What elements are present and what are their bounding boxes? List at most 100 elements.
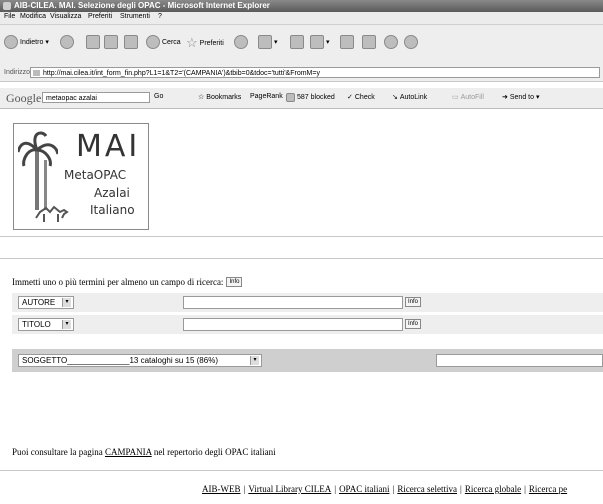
chevron-down-icon: ▾ xyxy=(62,298,71,307)
print-button[interactable] xyxy=(290,35,304,49)
google-search-input[interactable]: metaopac azalai xyxy=(42,92,150,103)
extra-button[interactable] xyxy=(404,35,418,49)
chevron-down-icon: ▾ xyxy=(62,320,71,329)
logo-italiano: Italiano xyxy=(90,203,135,217)
field-selector-2-value: TITOLO xyxy=(22,320,51,329)
history-button[interactable] xyxy=(234,35,248,49)
star-icon: ☆ xyxy=(198,94,205,101)
info-button-general[interactable]: Info xyxy=(226,277,243,287)
logo-mai: MAI xyxy=(76,129,141,164)
page-content: MAI MetaOPAC Azalai Italiano Immetti uno… xyxy=(0,110,603,504)
url-input[interactable]: http://mai.cilea.it/int_form_fin.php?L1=… xyxy=(30,67,600,78)
soggetto-selector[interactable]: SOGGETTO______________13 cataloghi su 15… xyxy=(18,354,262,367)
menu-help[interactable]: ? xyxy=(158,13,162,20)
field-selector-1[interactable]: AUTORE ▾ xyxy=(18,296,74,309)
search-row-2: TITOLO ▾ Info xyxy=(12,315,603,334)
sendto-icon: ➜ xyxy=(502,94,508,101)
search-input-1[interactable] xyxy=(183,296,403,309)
logo-azalai: Azalai xyxy=(94,186,130,200)
research-button[interactable] xyxy=(362,35,376,49)
soggetto-selector-value: SOGGETTO______________13 cataloghi su 15… xyxy=(22,356,218,365)
spellcheck-button[interactable]: ✓ Check xyxy=(347,93,375,102)
field-selector-1-value: AUTORE xyxy=(22,298,56,307)
messenger-button[interactable] xyxy=(384,35,398,49)
sendto-button[interactable]: ➜ Send to ▾ xyxy=(502,93,540,102)
footer-link-opac-italiani[interactable]: OPAC italiani xyxy=(339,484,389,494)
favorites-button[interactable]: ☆ Preferiti xyxy=(186,35,224,51)
discuss-icon xyxy=(340,35,354,49)
forward-arrow-icon xyxy=(60,35,74,49)
divider-1 xyxy=(0,236,603,237)
stop-button[interactable] xyxy=(86,35,100,49)
search-button[interactable]: Cerca xyxy=(146,35,181,49)
pagerank-label: PageRank xyxy=(250,93,283,100)
edit-dropdown-icon: ▾ xyxy=(326,39,330,46)
search-prompt-text: Immetti uno o più termini per almeno un … xyxy=(12,277,224,287)
messenger-icon xyxy=(384,35,398,49)
autofill-button[interactable]: ▭ AutoFill xyxy=(452,93,484,102)
field-selector-2[interactable]: TITOLO ▾ xyxy=(18,318,74,331)
autofill-label: AutoFill xyxy=(460,93,484,101)
search-icon xyxy=(146,35,160,49)
discuss-button[interactable] xyxy=(340,35,354,49)
ie-icon xyxy=(3,2,11,10)
google-logo[interactable]: Google xyxy=(6,91,41,106)
info-button-1[interactable]: Info xyxy=(405,297,422,307)
star-icon: ☆ xyxy=(186,35,198,50)
campania-note: Puoi consultare la pagina CAMPANIA nel r… xyxy=(12,447,276,457)
autolink-button[interactable]: ↘ AutoLink xyxy=(392,93,428,102)
campania-link[interactable]: CAMPANIA xyxy=(105,447,152,457)
edit-button[interactable]: ▾ xyxy=(310,35,330,49)
sendto-label: Send to xyxy=(509,93,535,101)
edit-icon xyxy=(310,35,324,49)
mail-button[interactable]: ▾ xyxy=(258,35,278,49)
divider-2 xyxy=(0,258,603,259)
divider-3 xyxy=(0,470,603,471)
campania-note-prefix: Puoi consultare la pagina xyxy=(12,447,103,457)
window-title: AIB-CILEA. MAI. Selezione degli OPAC - M… xyxy=(14,1,270,10)
bookmarks-label: Bookmarks xyxy=(206,93,242,101)
menu-visualizza[interactable]: Visualizza xyxy=(50,13,81,20)
bookmarks-button[interactable]: ☆ Bookmarks xyxy=(198,93,242,102)
footer-link-aibweb[interactable]: AIB-WEB xyxy=(202,484,241,494)
refresh-button[interactable] xyxy=(104,35,118,49)
footer-link-virtual-library[interactable]: Virtual Library CILEA xyxy=(248,484,331,494)
camel-icon xyxy=(35,205,69,222)
search-label: Cerca xyxy=(162,38,181,46)
search-row-1: AUTORE ▾ Info xyxy=(12,293,603,312)
pagerank-indicator: PageRank xyxy=(250,93,283,100)
autolink-label: AutoLink xyxy=(399,93,428,101)
dropdown-arrow-icon: ▾ xyxy=(45,39,49,46)
google-toolbar: Google metaopac azalai Go ☆ Bookmarks Pa… xyxy=(0,88,603,109)
footer-link-ricerca-selettiva[interactable]: Ricerca selettiva xyxy=(397,484,457,494)
stop-icon xyxy=(86,35,100,49)
logo-metaopac: MetaOPAC xyxy=(64,168,127,182)
window-title-bar: AIB-CILEA. MAI. Selezione degli OPAC - M… xyxy=(0,0,603,12)
menu-modifica[interactable]: Modifica xyxy=(20,13,46,20)
campania-note-suffix: nel repertorio degli OPAC italiani xyxy=(153,447,276,457)
menu-bar: File Modifica Visualizza Preferiti Strum… xyxy=(0,12,603,25)
refresh-icon xyxy=(104,35,118,49)
info-button-2[interactable]: Info xyxy=(405,319,422,329)
back-label: Indietro xyxy=(20,38,44,46)
menu-file[interactable]: File xyxy=(4,13,15,20)
history-icon xyxy=(234,35,248,49)
menu-preferiti[interactable]: Preferiti xyxy=(88,13,112,20)
back-button[interactable]: Indietro ▾ xyxy=(4,35,49,49)
footer-link-ricerca-globale[interactable]: Ricerca globale xyxy=(465,484,521,494)
page-icon xyxy=(33,70,40,76)
mail-dropdown-icon: ▾ xyxy=(274,39,278,46)
home-button[interactable] xyxy=(124,35,138,49)
forward-button[interactable] xyxy=(60,35,74,49)
menu-strumenti[interactable]: Strumenti xyxy=(120,13,150,20)
popup-blocker-button[interactable]: 587 blocked xyxy=(286,93,335,102)
go-label: Go xyxy=(154,93,164,100)
footer-nav: AIB-WEB | Virtual Library CILEA | OPAC itali… xyxy=(202,484,567,494)
mai-logo: MAI MetaOPAC Azalai Italiano xyxy=(13,123,149,230)
search-input-2[interactable] xyxy=(183,318,403,331)
palm-tree-icon xyxy=(18,131,58,210)
google-go-button[interactable]: Go xyxy=(154,93,163,100)
url-text: http://mai.cilea.it/int_form_fin.php?L1=… xyxy=(43,70,320,77)
footer-link-ricerca-pe[interactable]: Ricerca pe xyxy=(529,484,567,494)
soggetto-input[interactable] xyxy=(436,354,603,367)
